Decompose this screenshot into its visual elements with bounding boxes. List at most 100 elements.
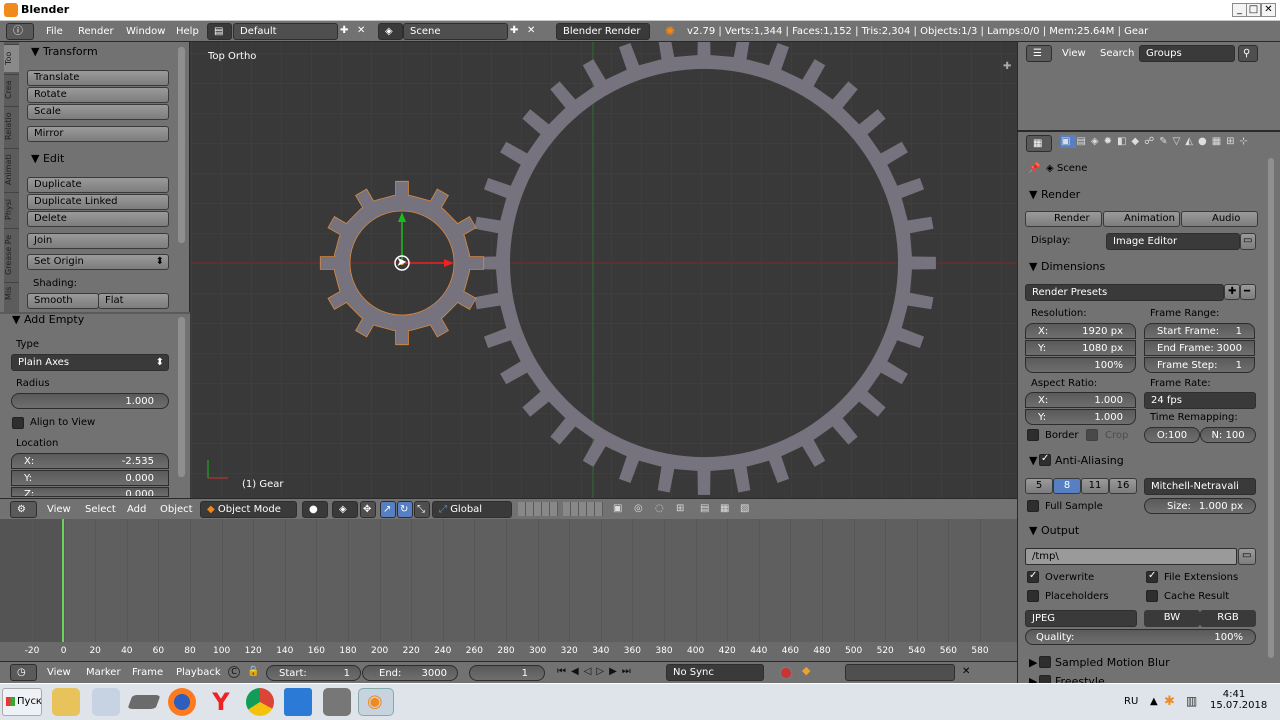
snap-element-icon[interactable]: ⊞ xyxy=(676,503,684,514)
remap-old-field[interactable]: O:100 xyxy=(1144,427,1200,443)
timeline-area[interactable]: -20 0 20 40 60 80 100 120 140 160 180 200 220 240 260 2… xyxy=(0,519,1017,661)
menu-add[interactable]: Add xyxy=(127,499,146,520)
remove-scene-icon[interactable]: ✕ xyxy=(527,25,535,36)
properties-editor-type-icon[interactable]: ▦ xyxy=(1026,135,1052,152)
language-indicator[interactable]: RU xyxy=(1124,696,1138,707)
tray-expand-icon[interactable]: ▲ xyxy=(1150,696,1158,707)
monitor-taskbar-icon[interactable] xyxy=(284,688,312,716)
animation-button[interactable]: Animation xyxy=(1103,211,1180,227)
scale-manipulator-icon[interactable]: ⤡ xyxy=(414,501,430,518)
cache-result-checkbox[interactable] xyxy=(1146,590,1158,602)
inkscape-taskbar-icon[interactable] xyxy=(127,695,161,709)
scale-button[interactable]: Scale xyxy=(27,104,169,120)
resolution-x-field[interactable]: X: 1920 px xyxy=(1025,323,1136,339)
display-mode-dropdown[interactable]: Groups xyxy=(1139,45,1235,62)
aa-samples-8[interactable]: 8 xyxy=(1053,478,1081,494)
3d-viewport[interactable]: Top Ortho (1) Gear ➤ ✚ xyxy=(190,42,1017,498)
layout-field[interactable]: Default xyxy=(233,23,338,40)
menu-frame[interactable]: Frame xyxy=(132,662,163,683)
render-panel-header[interactable]: ▼ Render xyxy=(1029,188,1080,201)
anti-aliasing-checkbox[interactable] xyxy=(1039,453,1051,466)
outliner-list[interactable] xyxy=(1018,64,1280,130)
align-to-view-checkbox[interactable] xyxy=(12,417,24,429)
add-layout-icon[interactable]: ✚ xyxy=(340,25,348,36)
file-extensions-checkbox[interactable] xyxy=(1146,570,1158,583)
overwrite-checkbox[interactable] xyxy=(1027,570,1039,583)
render-engine-dropdown[interactable]: Blender Render xyxy=(556,23,650,40)
end-frame-field[interactable]: End: 3000 xyxy=(362,665,458,681)
outliner-editor-type-icon[interactable]: ☰ xyxy=(1026,45,1052,62)
add-empty-scrollbar[interactable] xyxy=(178,317,185,477)
menu-window[interactable]: Window xyxy=(126,21,165,42)
scene-field[interactable]: Scene xyxy=(403,23,508,40)
flat-button[interactable]: Flat xyxy=(98,293,169,309)
motion-blur-checkbox[interactable] xyxy=(1039,656,1051,668)
color-rgb-button[interactable]: RGB xyxy=(1200,610,1256,627)
orientation-dropdown[interactable]: ⤢ Global xyxy=(432,501,512,518)
remap-new-field[interactable]: N: 100 xyxy=(1200,427,1256,443)
dimensions-panel-header[interactable]: ▼ Dimensions xyxy=(1029,260,1105,273)
resolution-percent-field[interactable]: 100% xyxy=(1025,357,1136,373)
output-path-field[interactable]: /tmp\ xyxy=(1025,548,1237,565)
manipulator-toggle-icon[interactable]: ✥ xyxy=(360,501,376,518)
start-frame-field[interactable]: Start: 1 xyxy=(266,665,361,681)
resolution-y-field[interactable]: Y: 1080 px xyxy=(1025,340,1136,356)
menu-timeline-view[interactable]: View xyxy=(47,662,71,683)
network-icon[interactable]: ▥ xyxy=(1186,694,1197,708)
yandex-taskbar-icon[interactable]: Y xyxy=(207,688,235,716)
minimize-button[interactable]: _ xyxy=(1232,3,1247,17)
menu-object[interactable]: Object xyxy=(160,499,193,520)
render-tab-icon[interactable]: ▣ xyxy=(1060,135,1077,148)
menu-file[interactable]: File xyxy=(46,21,63,42)
border-checkbox[interactable] xyxy=(1027,429,1039,441)
add-scene-icon[interactable]: ✚ xyxy=(510,25,518,36)
firefox-taskbar-icon[interactable] xyxy=(168,688,196,716)
mode-dropdown[interactable]: ◆ Object Mode xyxy=(200,501,297,518)
tab-create[interactable]: Crea xyxy=(4,74,19,104)
smooth-button[interactable]: Smooth xyxy=(27,293,99,309)
layers-grid-b[interactable] xyxy=(563,502,603,516)
pivot-dropdown[interactable]: ◈ xyxy=(332,501,358,518)
current-frame-field[interactable]: 1 xyxy=(469,665,545,681)
start-button[interactable]: Пуск xyxy=(2,688,42,716)
sync-dropdown[interactable]: No Sync xyxy=(666,664,764,681)
context-tabs-icons[interactable]: ▣▤◈✹◧◆☍✎▽◭●▦⊞⊹ xyxy=(1060,135,1253,148)
location-y-field[interactable]: Y: 0.000 xyxy=(11,470,169,486)
remove-preset-icon[interactable]: ━ xyxy=(1240,284,1256,300)
anti-aliasing-panel-header[interactable]: ▼ xyxy=(1029,454,1037,467)
render-button[interactable]: Render xyxy=(1025,211,1102,227)
delete-button[interactable]: Delete xyxy=(27,211,169,227)
aspect-y-field[interactable]: Y: 1.000 xyxy=(1025,409,1136,425)
join-button[interactable]: Join xyxy=(27,233,169,249)
transform-panel-header[interactable]: ▼ Transform xyxy=(31,45,98,58)
render-opengl-icon[interactable]: ▤ xyxy=(700,503,709,514)
radius-field[interactable]: 1.000 xyxy=(11,393,169,409)
render-anim-icon[interactable]: ▦ xyxy=(720,503,729,514)
playback-controls-icon[interactable]: ⏮◀◁▷▶⏭ xyxy=(557,666,636,677)
set-origin-dropdown[interactable]: Set Origin ⬍ xyxy=(27,254,169,270)
render-presets-dropdown[interactable]: Render Presets xyxy=(1025,284,1224,301)
full-sample-checkbox[interactable] xyxy=(1027,500,1039,512)
duplicate-button[interactable]: Duplicate xyxy=(27,177,169,193)
close-button[interactable]: ✕ xyxy=(1261,3,1276,17)
aa-filter-dropdown[interactable]: Mitchell-Netravali xyxy=(1144,478,1256,495)
record-button[interactable] xyxy=(779,666,793,680)
scene-icon[interactable]: ◈ xyxy=(378,23,403,40)
aa-samples-16[interactable]: 16 xyxy=(1109,478,1137,494)
menu-select[interactable]: Select xyxy=(85,499,116,520)
mirror-button[interactable]: Mirror xyxy=(27,126,169,142)
tab-physics[interactable]: Physi xyxy=(4,192,19,226)
duplicate-linked-button[interactable]: Duplicate Linked xyxy=(27,194,169,210)
audio-button[interactable]: Audio xyxy=(1181,211,1258,227)
editor-type-icon[interactable]: ⓘ xyxy=(6,23,34,40)
camera-icon[interactable]: ▧ xyxy=(740,503,749,514)
rotate-manipulator-icon[interactable]: ↻ xyxy=(397,501,413,518)
aa-size-field[interactable]: Size: 1.000 px xyxy=(1144,498,1256,514)
tab-grease-pencil[interactable]: Grease Pe xyxy=(4,228,19,280)
end-frame-prop-field[interactable]: End Frame: 3000 xyxy=(1144,340,1255,356)
file-format-dropdown[interactable]: JPEG xyxy=(1025,610,1137,627)
location-x-field[interactable]: X: -2.535 xyxy=(11,453,169,469)
tab-tools[interactable]: Too xyxy=(4,44,19,72)
keying-set-field[interactable] xyxy=(845,664,955,681)
frame-step-field[interactable]: Frame Step: 1 xyxy=(1144,357,1255,373)
